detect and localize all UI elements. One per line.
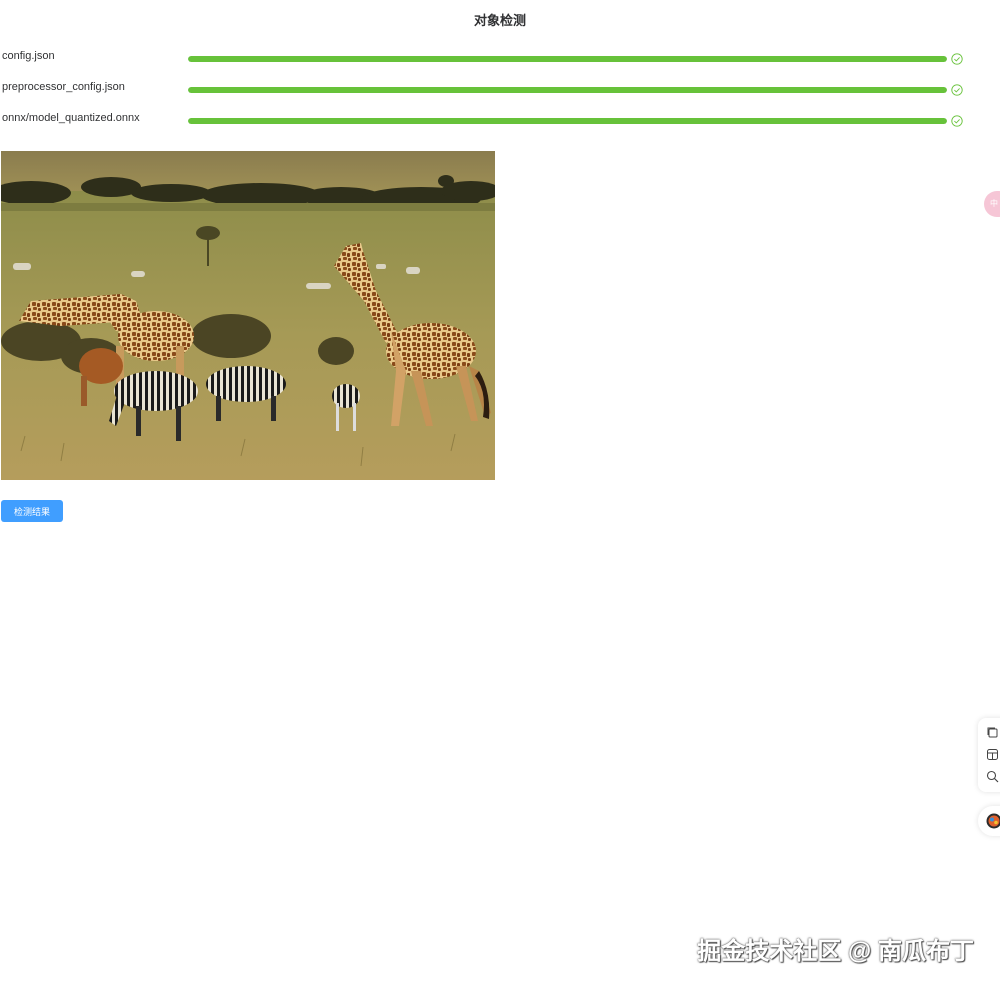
progress-fill xyxy=(188,118,947,124)
floating-toolbar xyxy=(978,718,1000,792)
progress-bar xyxy=(188,56,947,62)
progress-fill xyxy=(188,87,947,93)
progress-bar xyxy=(188,118,947,124)
file-progress-row: config.json xyxy=(0,50,970,70)
avatar-icon xyxy=(986,813,1000,829)
copy-icon[interactable] xyxy=(986,726,999,739)
savanna-image xyxy=(1,151,495,480)
floating-avatar-button[interactable] xyxy=(978,806,1000,836)
check-circle-icon xyxy=(951,84,963,96)
file-name: config.json xyxy=(2,50,55,62)
search-icon[interactable] xyxy=(986,770,999,783)
detect-result-button[interactable]: 检测结果 xyxy=(1,500,63,522)
progress-bar xyxy=(188,87,947,93)
file-progress-row: onnx/model_quantized.onnx xyxy=(0,112,970,132)
layout-icon[interactable] xyxy=(986,748,999,761)
check-circle-icon xyxy=(951,115,963,127)
file-name: preprocessor_config.json xyxy=(2,81,125,93)
progress-fill xyxy=(188,56,947,62)
floating-language-pill[interactable]: 中 xyxy=(984,191,1000,217)
page-title: 对象检测 xyxy=(473,13,526,28)
file-name: onnx/model_quantized.onnx xyxy=(2,112,140,124)
page: 对象检测 config.json preprocessor_config.jso… xyxy=(0,0,1000,987)
watermark: 掘金技术社区 @ 南瓜布丁 xyxy=(697,938,974,965)
check-circle-icon xyxy=(951,53,963,65)
file-progress-row: preprocessor_config.json xyxy=(0,81,970,101)
